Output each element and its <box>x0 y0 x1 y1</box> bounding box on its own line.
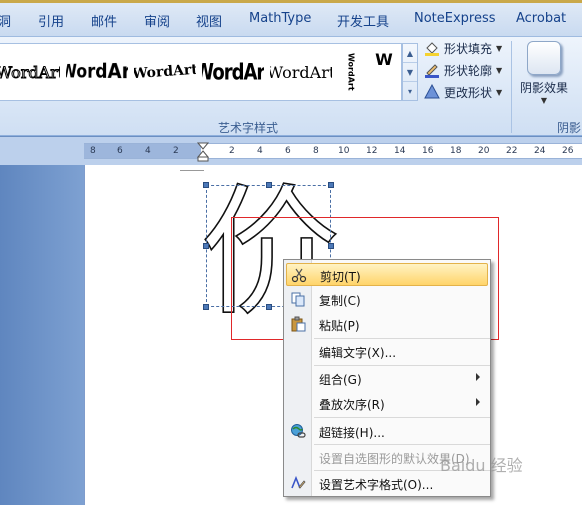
menu-item-paste[interactable]: 粘贴(P) <box>286 313 488 336</box>
change-shape-icon <box>424 84 440 99</box>
ruler-number: 6 <box>117 146 123 156</box>
ruler-number: 10 <box>338 146 350 156</box>
gallery-scroll: ▲ ▼ ▾ <box>402 43 418 101</box>
ribbon-tab-bar: 洞 引用 邮件 审阅 视图 MathType 开发工具 NoteExpress … <box>0 0 582 36</box>
tab-developer[interactable]: 开发工具 <box>337 11 389 30</box>
tab-review[interactable]: 审阅 <box>144 11 170 30</box>
shape-fill-button[interactable]: 形状填充 ▼ <box>424 38 502 58</box>
ruler-number: 2 <box>229 146 235 156</box>
menu-item-copy[interactable]: 复制(C) <box>286 288 488 311</box>
shadow-effects-button[interactable]: 阴影效果 ▼ <box>517 39 571 111</box>
tab-insert[interactable]: 洞 <box>0 11 11 30</box>
menu-separator <box>314 417 490 418</box>
wordart-styles-group-label: 艺术字样式 <box>218 121 279 135</box>
wordart-style-1[interactable]: WordArt <box>0 50 60 94</box>
format-wordart-icon <box>291 475 306 489</box>
chevron-down-icon: ▼ <box>496 87 503 97</box>
shadow-effects-icon <box>527 41 561 75</box>
ruler-number: 26 <box>562 146 574 156</box>
scissors-icon <box>291 268 307 283</box>
tab-noteexpress[interactable]: NoteExpress <box>414 11 496 26</box>
shape-outline-button[interactable]: 形状轮廓 ▼ <box>424 60 502 80</box>
group-divider <box>511 41 512 133</box>
ruler-number: 8 <box>313 146 319 156</box>
ruler-margin <box>84 144 201 158</box>
submenu-arrow-icon <box>476 373 480 381</box>
horizontal-ruler[interactable]: 8 6 4 2 2 4 6 8 10 12 14 16 18 20 22 24 … <box>0 137 582 165</box>
menu-item-group[interactable]: 组合(G) <box>286 367 488 390</box>
shadow-group-label: 阴影 <box>557 121 582 135</box>
ruler-number: 2 <box>173 146 179 156</box>
indent-marker-icon[interactable] <box>197 142 209 162</box>
resize-handle[interactable] <box>266 182 272 188</box>
ruler-number: 4 <box>145 146 151 156</box>
resize-handle[interactable] <box>328 182 334 188</box>
tab-references[interactable]: 引用 <box>38 11 64 30</box>
resize-handle[interactable] <box>203 182 209 188</box>
copy-icon <box>291 292 305 307</box>
resize-handle[interactable] <box>203 243 209 249</box>
wordart-style-7[interactable]: W <box>368 50 400 94</box>
submenu-arrow-icon <box>476 398 480 406</box>
hyperlink-icon <box>291 424 306 438</box>
wordart-style-gallery: WordArt WordArt WordArt WordArt WordArt … <box>0 43 402 101</box>
tab-view[interactable]: 视图 <box>196 11 222 30</box>
menu-item-hyperlink[interactable]: 超链接(H)... <box>286 420 488 443</box>
chevron-down-icon: ▼ <box>496 43 503 53</box>
tab-mailings[interactable]: 邮件 <box>91 11 117 30</box>
gallery-more-icon[interactable]: ▾ <box>403 82 417 101</box>
ruler-number: 6 <box>285 146 291 156</box>
tab-mathtype[interactable]: MathType <box>249 11 311 26</box>
wordart-style-4[interactable]: WordArt <box>202 50 264 94</box>
document-left-margin <box>0 165 84 505</box>
paste-icon <box>291 316 306 332</box>
wordart-style-6[interactable]: WordArt <box>338 50 364 94</box>
gallery-up-icon[interactable]: ▲ <box>403 44 417 63</box>
baidu-watermark: Baidu 经验 <box>440 456 523 475</box>
ruler-number: 4 <box>257 146 263 156</box>
ruler-number: 24 <box>534 146 546 156</box>
menu-separator <box>314 444 490 445</box>
gallery-down-icon[interactable]: ▼ <box>403 63 417 82</box>
menu-item-cut[interactable]: 剪切(T) <box>286 263 488 286</box>
ruler-number: 16 <box>422 146 434 156</box>
change-shape-button[interactable]: 更改形状 ▼ <box>424 82 502 102</box>
menu-separator <box>314 338 490 339</box>
ruler-number: 8 <box>90 146 96 156</box>
pencil-icon <box>425 64 439 78</box>
margin-corner-mark <box>180 170 204 171</box>
ruler-number: 22 <box>506 146 518 156</box>
menu-separator <box>314 365 490 366</box>
wordart-style-5[interactable]: WordArt <box>270 50 332 94</box>
chevron-down-icon: ▼ <box>496 65 503 75</box>
ruler-number: 12 <box>366 146 378 156</box>
tab-acrobat[interactable]: Acrobat <box>516 11 566 26</box>
chevron-down-icon: ▼ <box>540 96 548 105</box>
paint-bucket-icon <box>425 42 439 56</box>
ruler-number: 20 <box>478 146 490 156</box>
ruler-number: 14 <box>394 146 406 156</box>
wordart-style-3[interactable]: WordArt <box>134 50 196 94</box>
wordart-style-2[interactable]: WordArt <box>66 50 128 94</box>
ribbon-panel: WordArt WordArt WordArt WordArt WordArt … <box>0 36 582 136</box>
menu-item-edit-text[interactable]: 编辑文字(X)... <box>286 340 488 363</box>
ruler-number: 18 <box>450 146 462 156</box>
menu-item-order[interactable]: 叠放次序(R) <box>286 392 488 415</box>
resize-handle[interactable] <box>203 304 209 310</box>
